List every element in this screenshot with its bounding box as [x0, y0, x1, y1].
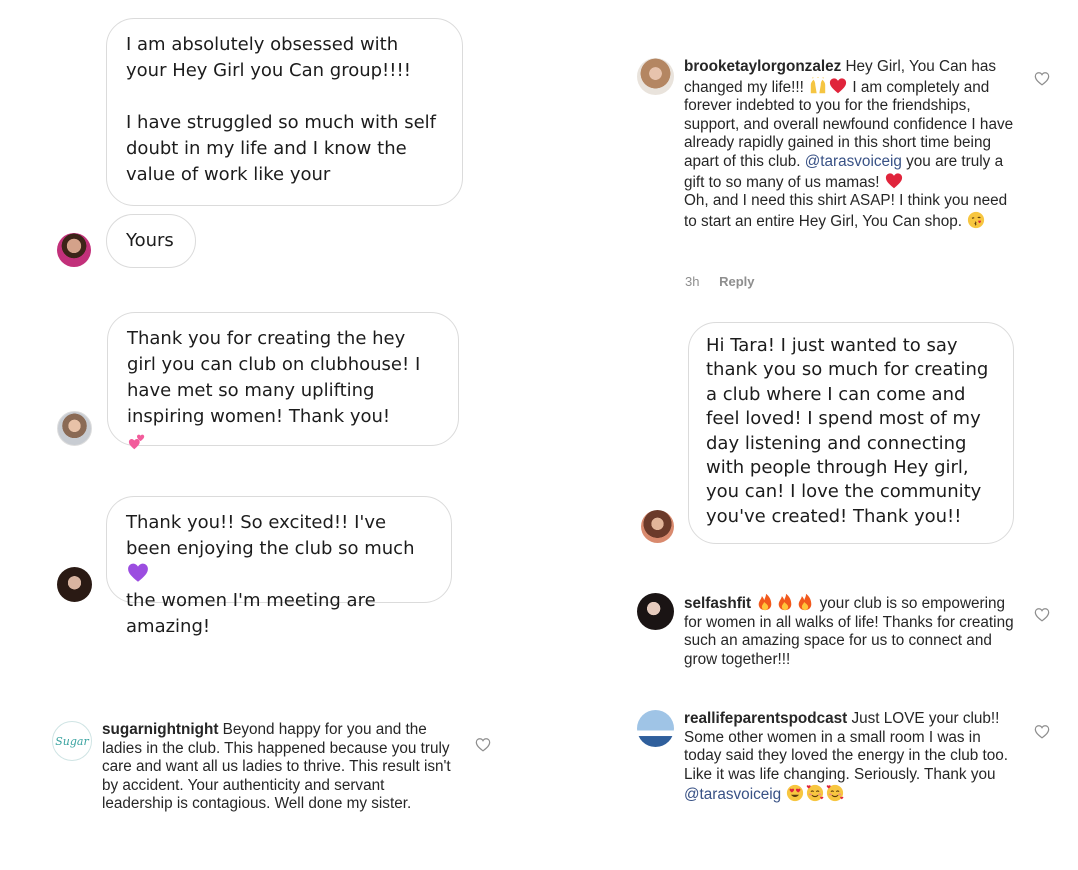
message-bubble-yours: Yours — [106, 214, 196, 268]
fire-icon — [776, 593, 794, 611]
comment-brooketaylorgonzalez: brooketaylorgonzalez Hey Girl, You Can h… — [684, 58, 1014, 231]
message-bubble-obsessed: I am absolutely obsessed with your Hey G… — [106, 18, 463, 206]
avatar[interactable] — [637, 593, 674, 630]
mention-link[interactable]: @tarasvoiceig — [684, 786, 781, 803]
comment-username[interactable]: sugarnightnight — [102, 721, 218, 738]
two-hearts-icon — [128, 433, 146, 451]
comment-selfashfit: selfashfit your club is so empowering fo… — [684, 593, 1019, 669]
avatar[interactable] — [637, 710, 674, 747]
red-heart-icon — [829, 77, 847, 95]
smiling-face-with-hearts-icon — [826, 784, 844, 802]
comment-text: Oh, and I need this shirt ASAP! I think … — [684, 192, 1008, 230]
avatar[interactable] — [637, 58, 674, 95]
fire-icon — [796, 593, 814, 611]
reply-button[interactable]: Reply — [719, 274, 754, 289]
mention-link[interactable]: @tarasvoiceig — [805, 153, 902, 170]
comment-sugarnightnight: sugarnightnight Beyond happy for you and… — [102, 721, 454, 814]
avatar[interactable] — [641, 510, 674, 543]
like-heart-icon[interactable] — [1034, 724, 1050, 739]
message-text: Hi Tara! I just wanted to say thank you … — [706, 335, 989, 527]
like-heart-icon[interactable] — [475, 737, 491, 752]
comment-reallifeparentspodcast: reallifeparentspodcast Just LOVE your cl… — [684, 710, 1009, 805]
purple-heart-icon — [127, 562, 149, 584]
smiling-face-with-hearts-icon — [806, 784, 824, 802]
message-text: Yours — [126, 230, 174, 251]
logo-text: Sugar — [55, 734, 89, 748]
message-text: Thank you!! So excited!! I've been enjoy… — [126, 512, 415, 559]
fire-icon — [756, 593, 774, 611]
avatar[interactable] — [57, 233, 91, 267]
red-heart-icon — [885, 172, 903, 190]
comment-time: 3h — [685, 274, 700, 289]
message-text: Thank you for creating the hey girl you … — [127, 328, 421, 427]
comment-username[interactable]: selfashfit — [684, 595, 751, 612]
kissing-face-icon — [967, 211, 985, 229]
like-heart-icon[interactable] — [1034, 71, 1050, 86]
message-bubble-excited: Thank you!! So excited!! I've been enjoy… — [106, 496, 452, 637]
raising-hands-icon — [809, 77, 827, 95]
comment-username[interactable]: reallifeparentspodcast — [684, 710, 847, 727]
heart-eyes-icon — [786, 784, 804, 802]
comment-meta: 3h Reply — [685, 274, 755, 289]
message-text-cont: the women I'm meeting are amazing! — [126, 590, 376, 637]
message-text: I am absolutely obsessed with your Hey G… — [126, 34, 437, 185]
avatar-sugar-logo[interactable]: Sugar — [52, 721, 92, 761]
comment-username[interactable]: brooketaylorgonzalez — [684, 58, 841, 75]
message-bubble-clubhouse: Thank you for creating the hey girl you … — [107, 312, 459, 446]
avatar[interactable] — [57, 567, 92, 602]
like-heart-icon[interactable] — [1034, 607, 1050, 622]
message-bubble-tara: Hi Tara! I just wanted to say thank you … — [688, 322, 1014, 544]
avatar[interactable] — [57, 411, 92, 446]
